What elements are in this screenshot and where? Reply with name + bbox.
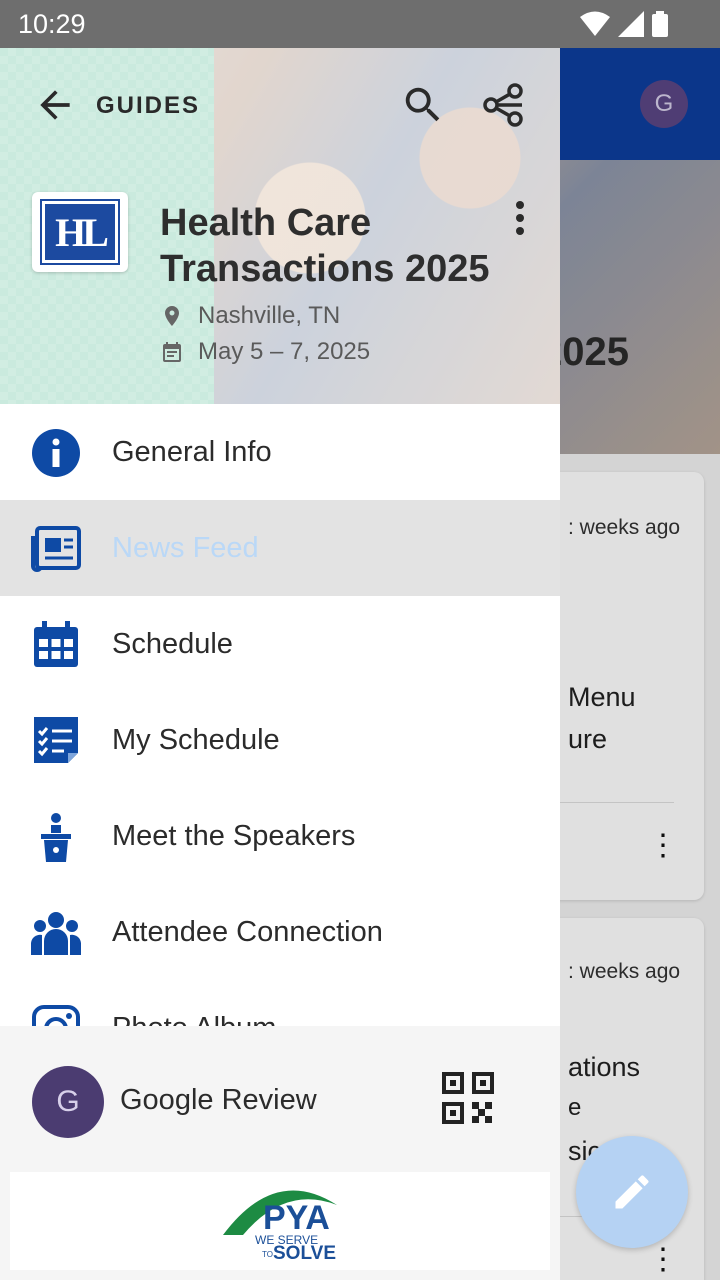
sponsor-tagline-2: TO: [262, 1250, 273, 1259]
menu-item-label: My Schedule: [112, 723, 280, 756]
search-icon: [405, 87, 440, 122]
search-button[interactable]: [396, 78, 450, 132]
back-button[interactable]: [30, 80, 80, 130]
qr-code-button[interactable]: [442, 1072, 502, 1132]
navigation-drawer: GUIDES HL Health Care Transactions 2025 …: [0, 48, 560, 1280]
event-logo: HL: [32, 192, 128, 272]
calendar-small-icon: [163, 342, 181, 362]
menu-item-schedule[interactable]: Schedule: [0, 596, 560, 692]
event-menu-button[interactable]: [504, 198, 536, 238]
guides-label[interactable]: GUIDES: [96, 92, 200, 120]
drawer-menu: General Info News Feed Schedule My Sched…: [0, 404, 560, 1076]
pya-logo: PYA WE SERVE TO SOLVE: [223, 1190, 337, 1263]
location-pin-icon: [165, 306, 179, 326]
status-bar: 10:29: [0, 0, 720, 48]
menu-item-attendee-connection[interactable]: Attendee Connection: [0, 884, 560, 980]
menu-item-news-feed[interactable]: News Feed: [0, 500, 560, 596]
menu-item-label: Schedule: [112, 627, 233, 660]
status-time: 10:29: [18, 9, 86, 39]
menu-item-label: Meet the Speakers: [112, 819, 356, 852]
info-icon: [30, 428, 82, 478]
event-logo-mark: HL: [40, 199, 120, 265]
compose-button[interactable]: [576, 1136, 688, 1248]
checklist-icon: [30, 716, 82, 766]
calendar-icon: [30, 620, 82, 670]
user-avatar[interactable]: G: [32, 1066, 104, 1138]
event-location: Nashville, TN: [160, 302, 340, 330]
news-feed-icon: [30, 524, 82, 574]
sponsor-name: PYA: [263, 1199, 330, 1237]
event-title: Health Care Transactions 2025: [160, 202, 490, 290]
menu-item-label: Attendee Connection: [112, 915, 383, 948]
menu-item-meet-the-speakers[interactable]: Meet the Speakers: [0, 788, 560, 884]
menu-item-label: News Feed: [112, 531, 259, 564]
menu-item-general-info[interactable]: General Info: [0, 404, 560, 500]
signal-icon: [618, 11, 644, 37]
event-location-text: Nashville, TN: [198, 302, 341, 329]
people-icon: [30, 908, 82, 958]
wifi-icon: [580, 11, 610, 36]
arrow-back-icon: [40, 90, 70, 120]
battery-icon: [652, 11, 668, 37]
share-button[interactable]: [478, 78, 532, 132]
menu-item-label: General Info: [112, 435, 272, 468]
qr-code-icon: [442, 1072, 494, 1124]
user-name[interactable]: Google Review: [120, 1084, 317, 1117]
event-dates: May 5 – 7, 2025: [160, 338, 370, 366]
sponsor-tagline-3: SOLVE: [273, 1243, 336, 1263]
sponsor-banner[interactable]: PYA WE SERVE TO SOLVE: [10, 1172, 550, 1270]
event-dates-text: May 5 – 7, 2025: [198, 338, 371, 365]
podium-icon: [30, 812, 82, 862]
drawer-footer: G Google Review PYA WE SERVE TO SOLVE: [0, 1026, 560, 1280]
share-icon: [483, 83, 523, 127]
drawer-header: GUIDES HL Health Care Transactions 2025 …: [0, 48, 560, 404]
more-vert-icon: [516, 201, 524, 235]
pencil-icon: [615, 1175, 649, 1209]
menu-item-my-schedule[interactable]: My Schedule: [0, 692, 560, 788]
